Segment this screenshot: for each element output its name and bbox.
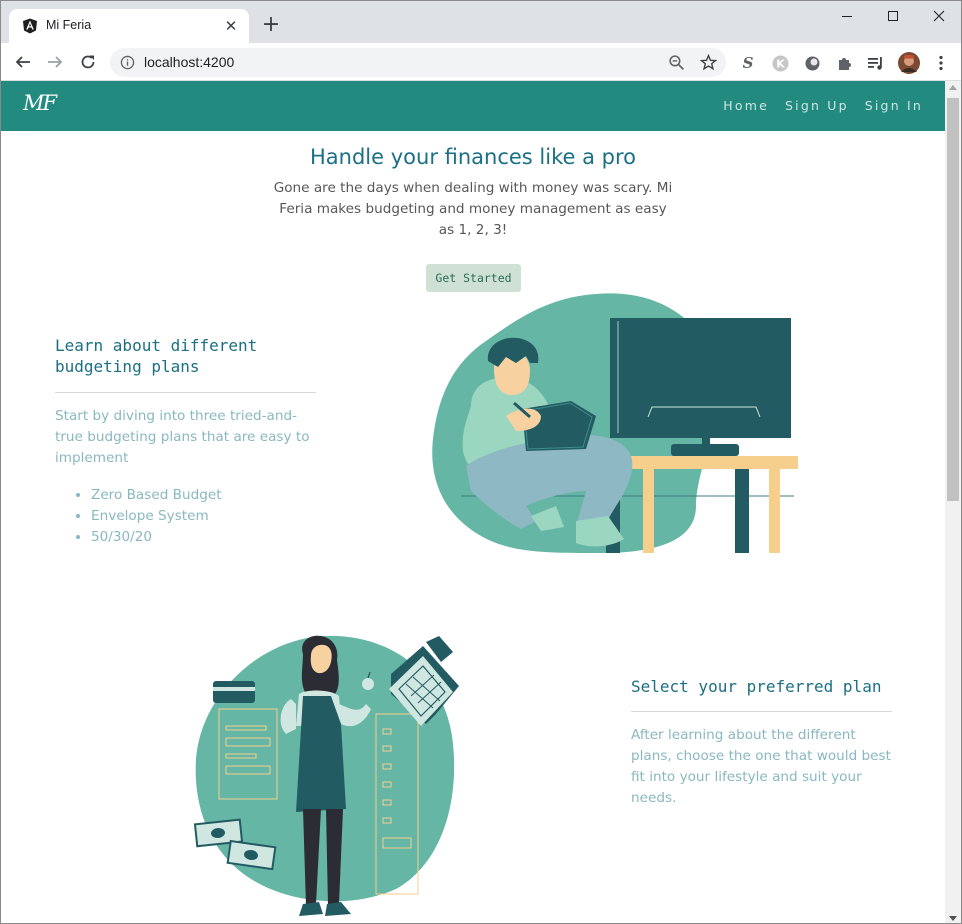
list-item: Zero Based Budget xyxy=(91,485,222,506)
person-at-desk-illustration xyxy=(432,293,798,553)
extensions-puzzle-icon[interactable] xyxy=(835,54,853,72)
scroll-thumb[interactable] xyxy=(947,98,959,501)
reload-icon xyxy=(81,55,95,69)
scroll-up-arrow-icon[interactable] xyxy=(949,85,957,90)
back-arrow-icon xyxy=(15,56,30,68)
plan-list: Zero Based Budget Envelope System 50/30/… xyxy=(73,485,222,548)
extension-s-icon[interactable]: S xyxy=(739,54,757,72)
list-item: 50/30/20 xyxy=(91,527,222,548)
nav-links: Home Sign Up Sign In xyxy=(723,98,923,113)
brand-logo[interactable]: MF xyxy=(23,91,57,115)
back-button[interactable] xyxy=(9,48,37,76)
forward-button[interactable] xyxy=(41,48,69,76)
zoom-icon[interactable] xyxy=(668,54,685,71)
woman-with-register-illustration xyxy=(193,635,459,916)
maximize-button[interactable] xyxy=(870,1,916,31)
browser-window: Mi Feria ✕ + localhost:4200 S K MF Home … xyxy=(0,0,962,924)
close-icon xyxy=(933,10,945,22)
profile-avatar[interactable] xyxy=(898,52,920,74)
browser-toolbar: localhost:4200 S K xyxy=(1,43,961,81)
tab-title: Mi Feria xyxy=(46,18,92,32)
browser-tab[interactable]: Mi Feria ✕ xyxy=(9,9,249,43)
page-viewport: MF Home Sign Up Sign In Handle your fina… xyxy=(1,81,945,923)
reload-button[interactable] xyxy=(74,48,102,76)
browser-menu-icon[interactable] xyxy=(932,54,950,72)
hero-subtitle: Gone are the days when dealing with mone… xyxy=(273,180,673,238)
list-item: Envelope System xyxy=(91,506,222,527)
site-navbar: MF Home Sign Up Sign In xyxy=(1,81,945,131)
select-section-text: After learning about the different plans… xyxy=(631,727,891,806)
nav-link-sign-in[interactable]: Sign In xyxy=(865,98,923,113)
maximize-icon xyxy=(888,11,898,21)
nav-link-sign-up[interactable]: Sign Up xyxy=(785,98,849,113)
tab-close-button[interactable]: ✕ xyxy=(221,16,241,36)
angular-logo-icon xyxy=(23,18,37,34)
bookmark-star-icon[interactable] xyxy=(700,54,717,71)
select-section-divider xyxy=(631,711,892,712)
learn-section-divider xyxy=(55,392,316,393)
select-section-title: Select your preferred plan xyxy=(631,677,882,696)
forward-arrow-icon xyxy=(48,56,63,68)
learn-section-title: Learn about different budgeting plans xyxy=(55,336,258,376)
url-text[interactable]: localhost:4200 xyxy=(144,54,234,70)
extension-circle-icon[interactable] xyxy=(803,54,821,72)
info-icon[interactable] xyxy=(120,55,135,70)
extension-k-icon[interactable]: K xyxy=(771,54,789,72)
new-tab-button[interactable]: + xyxy=(259,13,283,37)
address-bar[interactable]: localhost:4200 xyxy=(110,48,726,77)
minimize-icon xyxy=(842,16,852,17)
minimize-button[interactable] xyxy=(824,1,870,31)
page-scrollbar[interactable] xyxy=(945,81,961,923)
svg-text:K: K xyxy=(776,57,785,70)
scroll-down-arrow-icon[interactable] xyxy=(949,916,957,921)
learn-section-text: Start by diving into three tried-and-tru… xyxy=(55,408,310,466)
media-queue-icon[interactable] xyxy=(867,54,885,72)
nav-link-home[interactable]: Home xyxy=(723,98,769,113)
close-window-button[interactable] xyxy=(916,1,961,31)
tab-strip: Mi Feria ✕ + xyxy=(1,1,961,43)
hero-title: Handle your finances like a pro xyxy=(310,145,636,169)
get-started-button[interactable]: Get Started xyxy=(426,264,521,292)
